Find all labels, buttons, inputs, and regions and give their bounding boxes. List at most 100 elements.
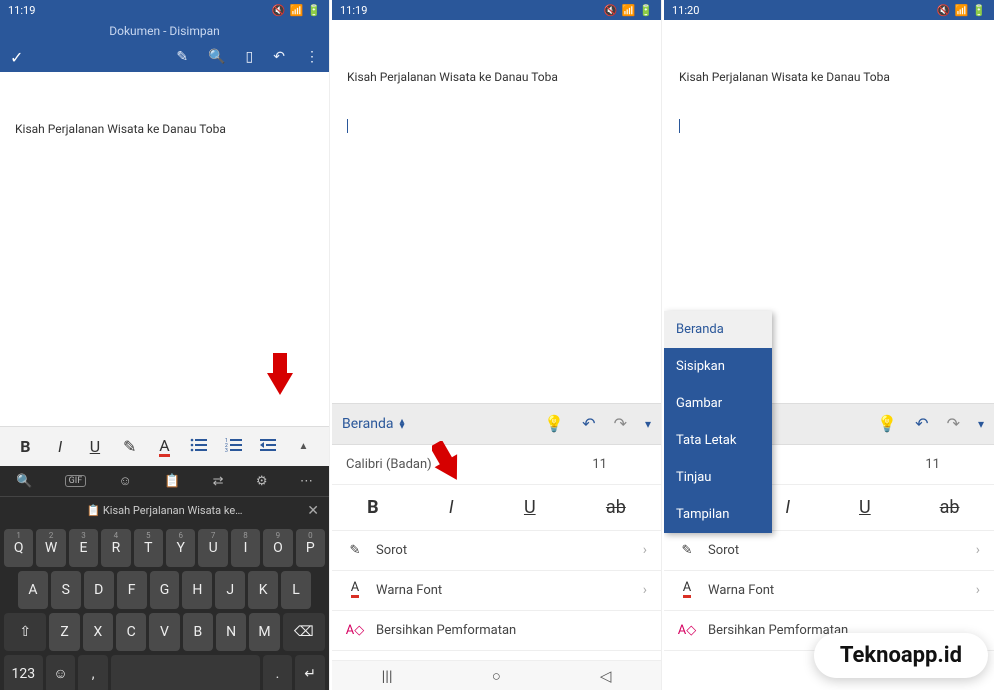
italic-button[interactable]: I bbox=[46, 437, 74, 456]
key-S[interactable]: S bbox=[51, 571, 81, 609]
font-size-selector[interactable]: 11 bbox=[592, 457, 607, 472]
key-V[interactable]: V bbox=[149, 613, 179, 651]
kb-translate-icon[interactable]: ⇄ bbox=[213, 474, 224, 489]
key-J[interactable]: J bbox=[215, 571, 245, 609]
menu-item-beranda[interactable]: Beranda bbox=[664, 311, 772, 348]
undo-button[interactable]: ↶ bbox=[915, 414, 928, 433]
kb-clipboard-icon[interactable]: 📋 bbox=[164, 474, 180, 489]
redo-button[interactable]: ↷ bbox=[947, 414, 960, 433]
option-label: Bersihkan Pemformatan bbox=[376, 623, 516, 638]
kb-more-icon[interactable]: ⋯ bbox=[300, 474, 313, 489]
status-time: 11:20 bbox=[672, 4, 699, 17]
key-O[interactable]: 9O bbox=[263, 529, 292, 567]
document-body[interactable]: Kisah Perjalanan Wisata ke Danau Toba bbox=[0, 72, 329, 146]
collapse-ribbon-button[interactable]: ▾ bbox=[978, 417, 984, 431]
font-color-option[interactable]: A Warna Font › bbox=[664, 571, 994, 611]
key-K[interactable]: K bbox=[248, 571, 278, 609]
key-F[interactable]: F bbox=[117, 571, 147, 609]
key-I[interactable]: 8I bbox=[231, 529, 260, 567]
expand-ribbon-button[interactable]: ▲ bbox=[290, 441, 318, 452]
menu-item-tinjau[interactable]: Tinjau bbox=[664, 459, 772, 496]
document-whitespace[interactable] bbox=[332, 143, 661, 403]
menu-item-gambar[interactable]: Gambar bbox=[664, 385, 772, 422]
undo-icon[interactable]: ↶ bbox=[273, 49, 285, 65]
kb-emoji-key[interactable]: ☺ bbox=[46, 655, 76, 690]
highlight-button[interactable]: ✎ bbox=[116, 437, 144, 456]
strikethrough-button[interactable]: ab bbox=[940, 497, 960, 518]
numbered-list-button[interactable]: 123 bbox=[220, 437, 248, 457]
italic-button[interactable]: I bbox=[449, 497, 454, 518]
kb-period-key[interactable]: . bbox=[263, 655, 293, 690]
underline-button[interactable]: U bbox=[859, 497, 871, 518]
key-M[interactable]: M bbox=[249, 613, 279, 651]
kb-space-key[interactable] bbox=[111, 655, 260, 690]
ribbon-tab-selector[interactable]: Beranda ▴▾ bbox=[342, 416, 405, 432]
done-button[interactable]: ✓ bbox=[10, 48, 23, 67]
key-G[interactable]: G bbox=[150, 571, 180, 609]
menu-item-tampilan[interactable]: Tampilan bbox=[664, 496, 772, 533]
kb-gif-icon[interactable]: GIF bbox=[65, 475, 87, 487]
key-P[interactable]: 0P bbox=[296, 529, 325, 567]
more-icon[interactable]: ⋮ bbox=[305, 49, 319, 65]
nav-home-button[interactable]: ○ bbox=[492, 667, 501, 685]
kb-enter-key[interactable]: ↵ bbox=[295, 655, 325, 690]
strikethrough-button[interactable]: ab bbox=[606, 497, 626, 518]
italic-button[interactable]: I bbox=[785, 497, 790, 518]
key-Q[interactable]: 1Q bbox=[4, 529, 33, 567]
pen-icon[interactable]: ✎ bbox=[176, 49, 188, 65]
key-D[interactable]: D bbox=[84, 571, 114, 609]
clear-format-option[interactable]: A◇ Bersihkan Pemformatan bbox=[332, 611, 661, 651]
nav-recent-button[interactable]: ||| bbox=[382, 667, 393, 685]
bullet-list-button[interactable] bbox=[185, 437, 213, 457]
highlight-option[interactable]: ✎ Sorot › bbox=[664, 531, 994, 571]
svg-text:3: 3 bbox=[225, 448, 228, 453]
key-W[interactable]: 2W bbox=[36, 529, 65, 567]
key-X[interactable]: X bbox=[83, 613, 113, 651]
tell-me-button[interactable]: 💡 bbox=[544, 414, 564, 433]
bold-button[interactable]: B bbox=[11, 437, 39, 456]
highlight-option[interactable]: ✎ Sorot › bbox=[332, 531, 661, 571]
redo-button[interactable]: ↷ bbox=[614, 414, 627, 433]
font-name-selector[interactable]: Calibri (Badan) bbox=[346, 457, 432, 472]
read-icon[interactable]: ▯ bbox=[246, 49, 254, 65]
key-Z[interactable]: Z bbox=[49, 613, 79, 651]
undo-button[interactable]: ↶ bbox=[582, 414, 595, 433]
key-L[interactable]: L bbox=[281, 571, 311, 609]
key-B[interactable]: B bbox=[183, 613, 213, 651]
chevron-right-icon: › bbox=[643, 582, 647, 598]
nav-back-button[interactable]: ◁ bbox=[600, 667, 612, 685]
key-U[interactable]: 7U bbox=[198, 529, 227, 567]
indent-button[interactable] bbox=[255, 437, 283, 457]
document-body[interactable]: Kisah Perjalanan Wisata ke Danau Toba bbox=[664, 20, 994, 143]
key-R[interactable]: 4R bbox=[101, 529, 130, 567]
keyboard[interactable]: 🔍 GIF ☺ 📋 ⇄ ⚙ ⋯ 📋 Kisah Perjalanan Wisat… bbox=[0, 466, 329, 690]
font-size-selector[interactable]: 11 bbox=[925, 457, 940, 472]
key-A[interactable]: A bbox=[18, 571, 48, 609]
kb-comma-key[interactable]: , bbox=[78, 655, 108, 690]
key-H[interactable]: H bbox=[182, 571, 212, 609]
kb-shift-key[interactable]: ⇧ bbox=[4, 613, 46, 651]
bold-button[interactable]: B bbox=[367, 497, 379, 518]
kb-settings-icon[interactable]: ⚙ bbox=[256, 474, 268, 489]
suggestion-close-button[interactable]: ✕ bbox=[307, 503, 319, 519]
key-T[interactable]: 5T bbox=[134, 529, 163, 567]
key-E[interactable]: 3E bbox=[69, 529, 98, 567]
kb-sticker-icon[interactable]: ☺ bbox=[119, 473, 132, 489]
menu-item-sisipkan[interactable]: Sisipkan bbox=[664, 348, 772, 385]
font-color-option[interactable]: A Warna Font › bbox=[332, 571, 661, 611]
key-N[interactable]: N bbox=[216, 613, 246, 651]
kb-backspace-key[interactable]: ⌫ bbox=[283, 613, 325, 651]
document-body[interactable]: Kisah Perjalanan Wisata ke Danau Toba bbox=[332, 20, 661, 143]
menu-item-tata-letak[interactable]: Tata Letak bbox=[664, 422, 772, 459]
collapse-ribbon-button[interactable]: ▾ bbox=[645, 417, 651, 431]
tell-me-button[interactable]: 💡 bbox=[877, 414, 897, 433]
underline-button[interactable]: U bbox=[81, 437, 109, 456]
underline-button[interactable]: U bbox=[524, 497, 536, 518]
kb-123-key[interactable]: 123 bbox=[4, 655, 43, 690]
key-Y[interactable]: 6Y bbox=[166, 529, 195, 567]
search-icon[interactable]: 🔍 bbox=[208, 49, 225, 65]
keyboard-suggestion[interactable]: 📋 Kisah Perjalanan Wisata ke… ✕ bbox=[0, 497, 329, 524]
font-color-button[interactable]: A bbox=[150, 436, 178, 457]
kb-search-icon[interactable]: 🔍 bbox=[16, 474, 32, 489]
key-C[interactable]: C bbox=[116, 613, 146, 651]
